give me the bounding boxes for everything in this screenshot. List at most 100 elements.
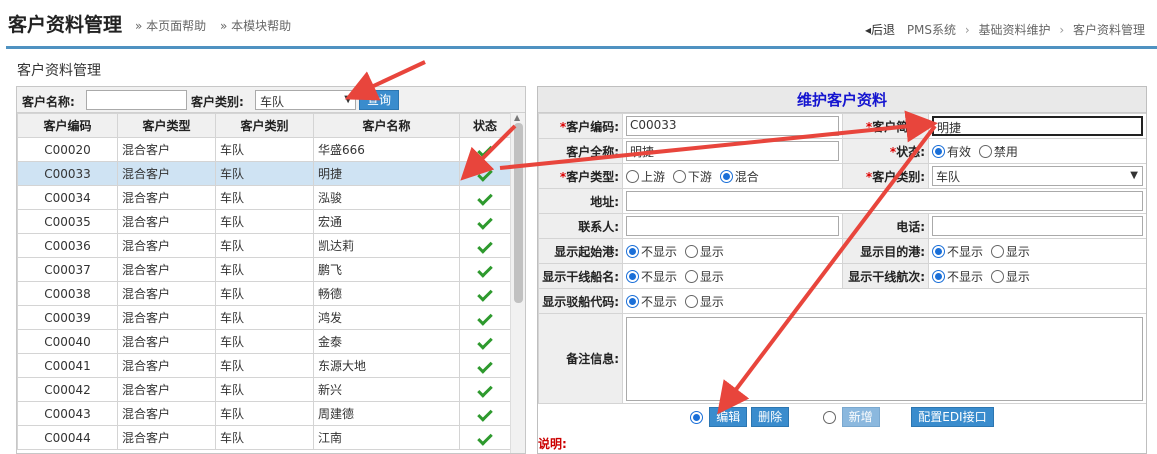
search-bar: 客户名称: 客户类别: 车队 ▼ 查询 bbox=[17, 87, 525, 113]
cell-code: C00040 bbox=[17, 329, 118, 354]
kind-upstream-radio[interactable] bbox=[626, 169, 639, 183]
category-select[interactable]: 车队 ▼ bbox=[932, 166, 1143, 186]
cell-category: 车队 bbox=[215, 305, 314, 330]
cell-kind: 混合客户 bbox=[117, 233, 216, 258]
cell-status bbox=[459, 377, 511, 402]
voyage-hide-radio[interactable] bbox=[932, 269, 945, 283]
check-icon bbox=[477, 237, 493, 254]
cell-code: C00035 bbox=[17, 209, 118, 234]
cell-kind: 混合客户 bbox=[117, 329, 216, 354]
cell-kind: 混合客户 bbox=[117, 305, 216, 330]
status-disabled-radio[interactable] bbox=[978, 144, 992, 158]
table-row[interactable]: C00034 混合客户 车队 泓骏 bbox=[17, 185, 511, 210]
table-row[interactable]: C00040 混合客户 车队 金泰 bbox=[17, 329, 511, 354]
cell-kind: 混合客户 bbox=[117, 353, 216, 378]
column-header-code[interactable]: 客户编码 bbox=[17, 113, 118, 138]
category-label: *客户类别: bbox=[842, 163, 929, 189]
breadcrumb-separator: › bbox=[1059, 23, 1065, 37]
cell-kind: 混合客户 bbox=[117, 185, 216, 210]
check-icon bbox=[477, 141, 493, 158]
cell-code: C00038 bbox=[17, 281, 118, 306]
edit-mode-radio[interactable] bbox=[690, 410, 704, 424]
customer-name-input[interactable] bbox=[86, 90, 187, 110]
form-actions: 编辑 删除 新增 配置EDI接口 bbox=[538, 407, 1146, 433]
cell-category: 车队 bbox=[215, 281, 314, 306]
contact-input[interactable] bbox=[626, 216, 839, 236]
dest-port-hide-radio[interactable] bbox=[932, 244, 945, 258]
check-icon bbox=[477, 429, 493, 446]
table-row[interactable]: C00020 混合客户 车队 华盛666 bbox=[17, 137, 511, 162]
ship-name-show-radio[interactable] bbox=[684, 269, 698, 283]
table-row[interactable]: C00038 混合客户 车队 畅德 bbox=[17, 281, 511, 306]
table-row[interactable]: C00041 混合客户 车队 东源大地 bbox=[17, 353, 511, 378]
cell-category: 车队 bbox=[215, 137, 314, 162]
cell-category: 车队 bbox=[215, 233, 314, 258]
customer-list-panel: 客户名称: 客户类别: 车队 ▼ 查询 客户编码 客户类型 客户类别 客户名称 … bbox=[16, 86, 526, 454]
customer-type-select[interactable]: 车队 ▼ bbox=[255, 90, 356, 110]
short-name-input[interactable]: 明捷 bbox=[932, 116, 1143, 136]
table-row[interactable]: C00033 混合客户 车队 明捷 bbox=[17, 161, 511, 186]
table-row[interactable]: C00039 混合客户 车队 鸿发 bbox=[17, 305, 511, 330]
scroll-up-icon[interactable]: ▲ bbox=[514, 113, 520, 122]
breadcrumb-item-basic[interactable]: 基础资料维护 bbox=[979, 23, 1051, 37]
start-port-show-radio[interactable] bbox=[684, 244, 698, 258]
cell-status bbox=[459, 353, 511, 378]
phone-input[interactable] bbox=[932, 216, 1143, 236]
delete-button[interactable]: 删除 bbox=[751, 407, 790, 427]
cell-code: C00041 bbox=[17, 353, 118, 378]
barge-hide-radio[interactable] bbox=[626, 294, 639, 308]
dest-port-radio-group: 不显示 显示 bbox=[928, 238, 1146, 264]
table-row[interactable]: C00042 混合客户 车队 新兴 bbox=[17, 377, 511, 402]
address-input[interactable] bbox=[626, 191, 1143, 211]
column-header-status[interactable]: 状态 bbox=[459, 113, 511, 138]
cell-category: 车队 bbox=[215, 185, 314, 210]
add-button[interactable]: 新增 bbox=[841, 407, 880, 427]
remark-label: 备注信息: bbox=[538, 313, 623, 404]
cell-code: C00033 bbox=[17, 161, 118, 186]
configure-edi-button[interactable]: 配置EDI接口 bbox=[911, 407, 994, 427]
table-row[interactable]: C00036 混合客户 车队 凯达莉 bbox=[17, 233, 511, 258]
column-header-kind[interactable]: 客户类型 bbox=[117, 113, 216, 138]
table-header-row: 客户编码 客户类型 客户类别 客户名称 状态 bbox=[17, 113, 511, 138]
ship-name-radio-group: 不显示 显示 bbox=[622, 263, 843, 289]
page-help-link[interactable]: » 本页面帮助 bbox=[135, 19, 206, 33]
table-row[interactable]: C00044 混合客户 车队 江南 bbox=[17, 425, 511, 450]
code-input[interactable]: C00033 bbox=[626, 116, 839, 136]
cell-code: C00042 bbox=[17, 377, 118, 402]
cell-code: C00037 bbox=[17, 257, 118, 282]
add-mode-radio[interactable] bbox=[822, 410, 836, 424]
cell-status bbox=[459, 257, 511, 282]
status-active-radio[interactable] bbox=[932, 144, 945, 158]
kind-downstream-radio[interactable] bbox=[672, 169, 686, 183]
edit-button[interactable]: 编辑 bbox=[709, 407, 748, 427]
ship-name-hide-radio[interactable] bbox=[626, 269, 639, 283]
remark-textarea[interactable] bbox=[626, 316, 1143, 401]
chevron-down-icon: ▼ bbox=[344, 94, 352, 105]
start-port-hide-radio[interactable] bbox=[626, 244, 639, 258]
full-name-input[interactable]: 明捷 bbox=[626, 141, 839, 161]
breadcrumb-item-pms[interactable]: PMS系统 bbox=[907, 23, 956, 37]
cell-code: C00043 bbox=[17, 401, 118, 426]
table-scrollbar[interactable]: ▲ bbox=[510, 113, 525, 453]
customer-type-value: 车队 bbox=[260, 95, 285, 109]
start-port-label: 显示起始港: bbox=[538, 238, 623, 264]
chevron-down-icon: ▼ bbox=[1130, 170, 1138, 181]
voyage-show-radio[interactable] bbox=[990, 269, 1004, 283]
column-header-name[interactable]: 客户名称 bbox=[313, 113, 460, 138]
query-button[interactable]: 查询 bbox=[359, 90, 399, 110]
table-row[interactable]: C00035 混合客户 车队 宏通 bbox=[17, 209, 511, 234]
module-help-link[interactable]: » 本模块帮助 bbox=[220, 19, 291, 33]
cell-name: 鹏飞 bbox=[313, 257, 460, 282]
scroll-thumb[interactable] bbox=[514, 123, 523, 303]
barge-show-radio[interactable] bbox=[684, 294, 698, 308]
cell-category: 车队 bbox=[215, 377, 314, 402]
customer-type-label: 客户类别: bbox=[191, 95, 244, 109]
customer-table: 客户编码 客户类型 客户类别 客户名称 状态 C00020 混合客户 车队 华盛666… bbox=[17, 113, 511, 450]
table-row[interactable]: C00037 混合客户 车队 鹏飞 bbox=[17, 257, 511, 282]
dest-port-show-radio[interactable] bbox=[990, 244, 1004, 258]
back-link[interactable]: ◂后退 bbox=[865, 23, 895, 37]
kind-mixed-radio[interactable] bbox=[719, 169, 733, 183]
column-header-category[interactable]: 客户类别 bbox=[215, 113, 314, 138]
customer-form: *客户编码: C00033 *客户简称: 明捷 客户全称: 明捷 *状态: 有效… bbox=[538, 113, 1146, 404]
table-row[interactable]: C00043 混合客户 车队 周建德 bbox=[17, 401, 511, 426]
